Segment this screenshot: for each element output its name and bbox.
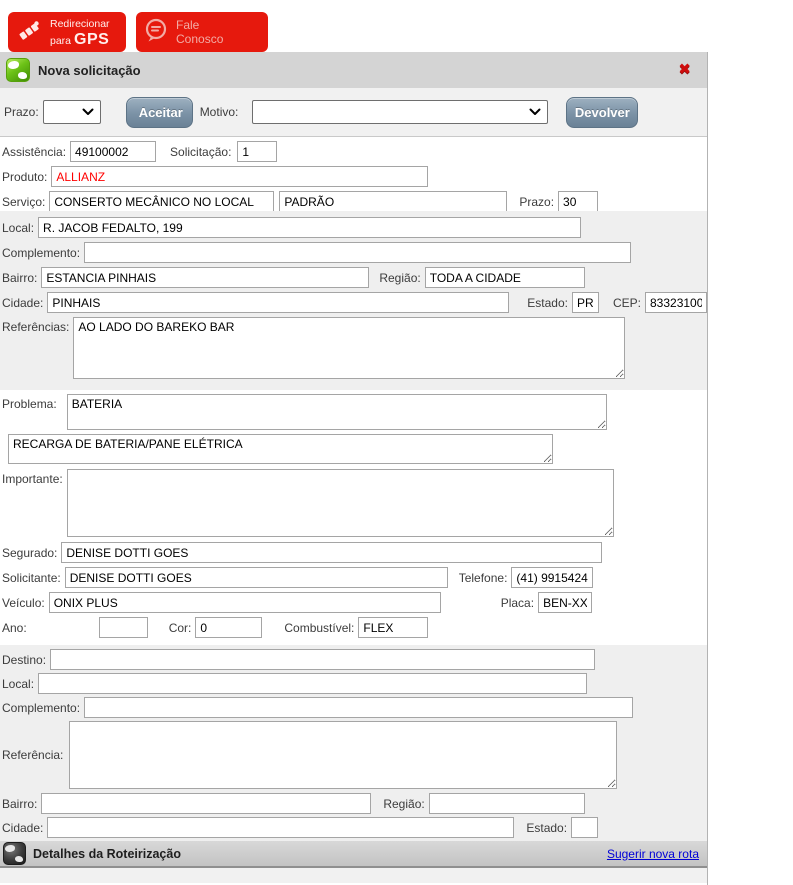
fale-conosco-button[interactable]: Fale Conosco bbox=[136, 12, 268, 52]
solicitacao-label: Solicitação: bbox=[170, 144, 232, 159]
problema-label: Problema: bbox=[2, 397, 57, 411]
roteirizacao-title: Detalhes da Roteirização bbox=[33, 846, 181, 861]
produto-label: Produto: bbox=[2, 169, 48, 184]
chevron-down-icon bbox=[82, 108, 94, 116]
destino-referencia-label: Referência: bbox=[2, 748, 64, 762]
solicitante-input[interactable] bbox=[64, 567, 448, 588]
bairro-label: Bairro: bbox=[2, 270, 38, 285]
contact-button-line2: Conosco bbox=[176, 32, 224, 46]
aceitar-button[interactable]: Aceitar bbox=[125, 96, 193, 128]
globe-icon bbox=[6, 58, 30, 82]
cidade-label: Cidade: bbox=[2, 295, 44, 310]
problema-descricao-textarea[interactable] bbox=[8, 434, 553, 464]
action-toolbar: Prazo: Aceitar Motivo: Devolver bbox=[0, 88, 707, 137]
veiculo-input[interactable] bbox=[48, 592, 441, 613]
redirect-gps-button[interactable]: Redirecionar para GPS bbox=[8, 12, 126, 52]
destino-complemento-label: Complemento: bbox=[2, 700, 81, 715]
estado-input[interactable] bbox=[571, 292, 599, 313]
combustivel-label: Combustível: bbox=[284, 620, 355, 635]
destino-label: Destino: bbox=[2, 652, 47, 667]
telefone-input[interactable] bbox=[511, 567, 594, 588]
solicitacao-input[interactable] bbox=[237, 141, 278, 162]
destino-local-input[interactable] bbox=[38, 673, 588, 694]
cor-label: Cor: bbox=[168, 620, 192, 635]
destino-complemento-input[interactable] bbox=[84, 697, 634, 718]
prazo-label: Prazo: bbox=[519, 194, 555, 209]
importante-textarea[interactable] bbox=[66, 469, 614, 537]
destino-estado-label: Estado: bbox=[526, 820, 568, 835]
chevron-down-icon bbox=[529, 108, 541, 116]
destino-local-label: Local: bbox=[2, 676, 35, 691]
regiao-label: Região: bbox=[379, 270, 421, 285]
destino-bairro-input[interactable] bbox=[41, 793, 372, 814]
section-destino: Destino: Local: Complemento: Referência:… bbox=[0, 645, 707, 841]
cidade-input[interactable] bbox=[47, 292, 510, 313]
destino-bairro-label: Bairro: bbox=[2, 796, 38, 811]
servico-input[interactable] bbox=[49, 191, 275, 211]
panel-titlebar: Nova solicitação ✖ bbox=[0, 52, 707, 88]
satellite-icon bbox=[15, 17, 43, 48]
prazo-select[interactable] bbox=[42, 100, 101, 124]
sugerir-nova-rota-link[interactable]: Sugerir nova rota bbox=[607, 847, 699, 861]
regiao-input[interactable] bbox=[424, 267, 585, 288]
estado-label: Estado: bbox=[527, 295, 568, 310]
destino-regiao-input[interactable] bbox=[428, 793, 585, 814]
roteirizacao-body bbox=[0, 868, 707, 883]
ano-input[interactable] bbox=[98, 617, 148, 638]
local-input[interactable] bbox=[38, 217, 582, 238]
segurado-label: Segurado: bbox=[2, 545, 58, 560]
ano-label: Ano: bbox=[2, 620, 27, 635]
destino-referencia-textarea[interactable] bbox=[69, 721, 618, 789]
assistencia-label: Assistência: bbox=[2, 144, 67, 159]
panel-title: Nova solicitação bbox=[38, 62, 141, 78]
produto-input[interactable] bbox=[51, 166, 429, 187]
section-problema-veiculo: Problema: Importante: Segurado: Solicita… bbox=[0, 390, 707, 645]
placa-input[interactable] bbox=[538, 592, 593, 613]
section-endereco-origem: Local: Complemento: Bairro: Região: Cida… bbox=[0, 211, 707, 390]
cep-input[interactable] bbox=[645, 292, 707, 313]
placa-label: Placa: bbox=[500, 595, 535, 610]
destino-cidade-label: Cidade: bbox=[2, 820, 44, 835]
referencias-textarea[interactable] bbox=[73, 317, 626, 379]
veiculo-label: Veículo: bbox=[2, 595, 45, 610]
assistencia-input[interactable] bbox=[70, 141, 157, 162]
motivo-select[interactable] bbox=[252, 100, 549, 124]
destino-input[interactable] bbox=[50, 649, 596, 670]
section-solicitacao: Assistência: Solicitação: Produto: Servi… bbox=[0, 137, 707, 211]
complemento-label: Complemento: bbox=[2, 245, 81, 260]
nova-solicitacao-panel: Nova solicitação ✖ Prazo: Aceitar Motivo… bbox=[0, 52, 708, 885]
motivo-label: Motivo: bbox=[199, 105, 239, 119]
combustivel-input[interactable] bbox=[358, 617, 429, 638]
roteirizacao-header: Detalhes da Roteirização Sugerir nova ro… bbox=[0, 841, 707, 868]
close-icon[interactable]: ✖ bbox=[678, 60, 691, 78]
route-globe-icon bbox=[3, 842, 26, 865]
servico-tipo-input[interactable] bbox=[279, 191, 508, 211]
prazo-input[interactable] bbox=[558, 191, 599, 211]
servico-label: Serviço: bbox=[2, 194, 46, 209]
destino-estado-input[interactable] bbox=[571, 817, 599, 838]
destino-cidade-input[interactable] bbox=[47, 817, 515, 838]
solicitante-label: Solicitante: bbox=[2, 570, 61, 585]
cep-label: CEP: bbox=[612, 295, 641, 310]
destino-regiao-label: Região: bbox=[383, 796, 425, 811]
prazo-toolbar-label: Prazo: bbox=[4, 105, 39, 119]
gps-button-line2: para GPS bbox=[50, 31, 110, 48]
bairro-input[interactable] bbox=[41, 267, 370, 288]
gps-button-line1: Redirecionar bbox=[50, 18, 110, 31]
complemento-input[interactable] bbox=[84, 242, 632, 263]
segurado-input[interactable] bbox=[61, 542, 603, 563]
chat-icon bbox=[143, 17, 169, 48]
cor-input[interactable] bbox=[195, 617, 263, 638]
referencias-label: Referências: bbox=[2, 320, 70, 334]
telefone-label: Telefone: bbox=[458, 570, 508, 585]
importante-label: Importante: bbox=[2, 472, 63, 486]
local-label: Local: bbox=[2, 220, 35, 235]
contact-button-line1: Fale bbox=[176, 17, 200, 32]
problema-textarea[interactable] bbox=[66, 394, 607, 430]
devolver-button[interactable]: Devolver bbox=[566, 96, 639, 128]
